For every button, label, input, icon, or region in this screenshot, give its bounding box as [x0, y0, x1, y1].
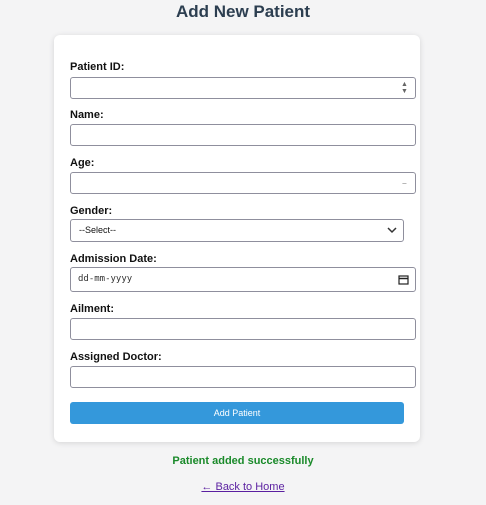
age-label: Age: [70, 157, 95, 169]
calendar-icon[interactable] [398, 274, 409, 285]
patient-id-input[interactable] [70, 77, 416, 99]
back-to-home-link[interactable]: ← Back to Home [201, 481, 284, 493]
chevron-down-icon [387, 227, 397, 234]
success-message: Patient added successfully [172, 455, 314, 467]
name-label: Name: [70, 109, 104, 121]
admission-date-label: Admission Date: [70, 253, 157, 265]
add-patient-button[interactable]: Add Patient [70, 402, 404, 424]
patient-id-label: Patient ID: [70, 61, 125, 73]
age-resize-icon: _ [402, 177, 407, 184]
ailment-label: Ailment: [70, 303, 114, 315]
assigned-doctor-label: Assigned Doctor: [70, 351, 162, 363]
age-input[interactable] [70, 172, 416, 194]
gender-selected-value: --Select-- [79, 225, 117, 235]
patient-form-card: Patient ID: ▲ ▼ Name: Age: _ Gender: --Se… [54, 35, 420, 442]
assigned-doctor-input[interactable] [70, 366, 416, 388]
gender-label: Gender: [70, 205, 113, 217]
back-link-container: ← Back to Home [0, 481, 486, 493]
ailment-input[interactable] [70, 318, 416, 340]
admission-date-input[interactable]: dd-mm-yyyy [70, 267, 416, 292]
admission-date-placeholder: dd-mm-yyyy [78, 274, 133, 284]
page-title: Add New Patient [175, 2, 311, 21]
name-input[interactable] [70, 124, 416, 146]
patient-id-spinner-icon[interactable]: ▲ ▼ [400, 81, 409, 95]
gender-select[interactable]: --Select-- [70, 219, 404, 242]
